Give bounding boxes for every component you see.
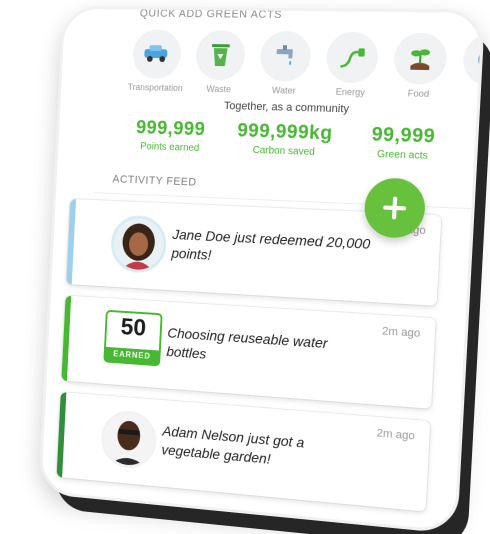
community-stats: Together, as a community 999,999 Points … [114, 97, 466, 163]
stat-label: Green acts [376, 148, 429, 162]
category-label: Ot [482, 89, 486, 101]
category-energy[interactable]: Energy [322, 31, 383, 98]
category-label: Transportation [127, 82, 183, 94]
feed-item[interactable]: 50 EARNED Choosing reuseable water bottl… [61, 295, 436, 409]
category-food[interactable]: Food [389, 32, 451, 99]
feed-item-text: Jane Doe just redeemed 20,000 points! [171, 226, 371, 263]
stat-label: Points earned [139, 141, 200, 154]
points-earned-badge: 50 EARNED [103, 309, 163, 367]
community-caption: Together, as a community [223, 100, 350, 116]
phone-frame: QUICK ADD GREEN ACTS Transportation Wast… [38, 6, 486, 534]
quick-add-title: QUICK ADD GREEN ACTS [139, 7, 283, 21]
points-earned-label: EARNED [105, 346, 159, 365]
feed-item-text: Adam Nelson just got a vegetable garden! [161, 422, 305, 467]
plus-icon [383, 196, 407, 220]
stat-carbon-saved: 999,999kg Carbon saved [226, 120, 344, 159]
card-accent [56, 392, 67, 478]
feed-item-time: 2m ago [381, 325, 421, 340]
stat-value: 99,999 [371, 124, 436, 148]
category-waste[interactable]: Waste [191, 29, 249, 95]
activity-feed-title: ACTIVITY FEED [112, 173, 197, 189]
feed-item[interactable]: Adam Nelson just got a vegetable garden!… [56, 392, 431, 512]
stat-label: Carbon saved [252, 144, 316, 158]
category-label: Waste [206, 83, 232, 95]
sprout-icon [392, 32, 448, 85]
category-label: Food [407, 88, 430, 99]
stat-value: 999,999kg [236, 120, 334, 145]
card-accent [61, 295, 72, 381]
category-row: Transportation Waste Water Energy Food O… [127, 29, 486, 101]
recycle-bin-icon [194, 29, 247, 81]
stat-points-earned: 999,999 Points earned [114, 117, 228, 155]
category-label: Energy [335, 86, 366, 98]
feed-item-text: Choosing reuseable water bottles [166, 324, 328, 362]
avatar [109, 214, 168, 275]
card-accent [66, 198, 77, 285]
category-other[interactable]: Ot [458, 33, 486, 101]
points-value: 50 [120, 313, 147, 342]
avatar [99, 409, 158, 471]
stat-value: 999,999 [135, 117, 206, 141]
category-water[interactable]: Water [256, 30, 315, 96]
plug-icon [325, 31, 380, 84]
car-icon [131, 29, 182, 80]
feed-item-time: 2m ago [376, 427, 416, 443]
stat-green-acts: 99,999 Green acts [342, 123, 465, 163]
water-tap-icon [259, 30, 312, 82]
category-label: Water [271, 85, 296, 96]
globe-icon [462, 33, 486, 87]
category-transportation[interactable]: Transportation [127, 29, 185, 94]
